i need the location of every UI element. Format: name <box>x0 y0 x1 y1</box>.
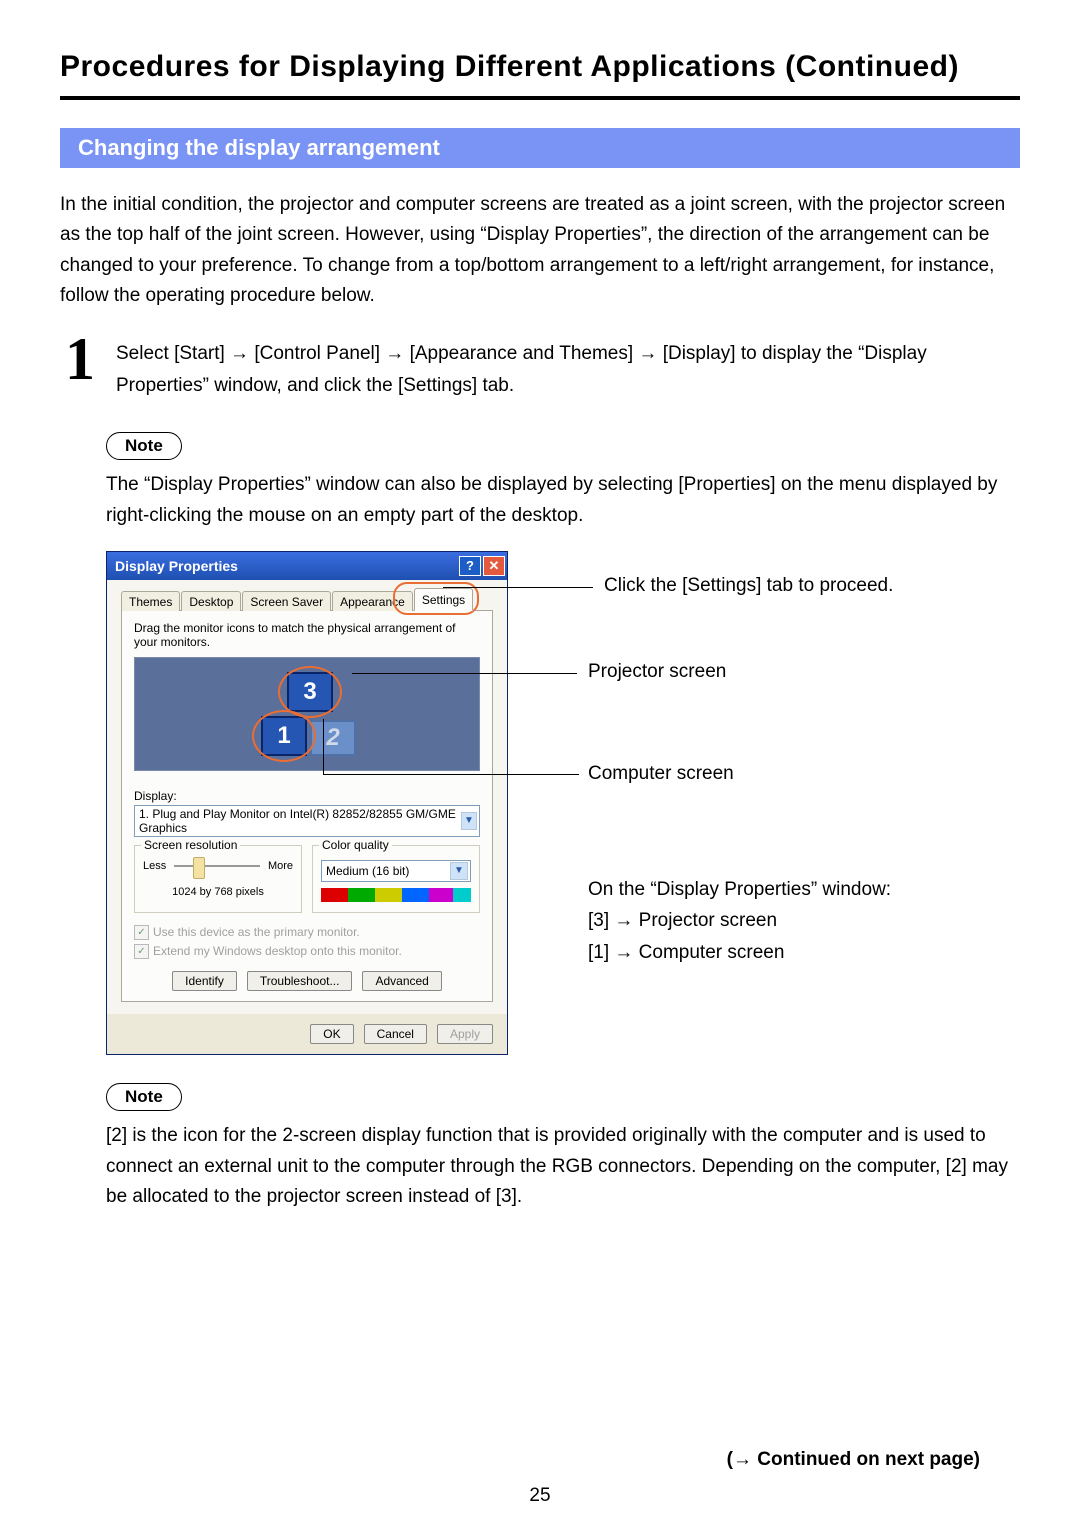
monitor-options-checkboxes: ✓ Use this device as the primary monitor.… <box>134 923 480 961</box>
tab-row: Themes Desktop Screen Saver Appearance S… <box>121 587 493 610</box>
step-1: 1 Select [Start] → [Control Panel] → [Ap… <box>60 338 1020 403</box>
note-1-text: The “Display Properties” window can also… <box>106 470 1020 531</box>
troubleshoot-button[interactable]: Troubleshoot... <box>247 971 353 991</box>
checkbox-icon: ✓ <box>134 925 149 940</box>
tab-settings[interactable]: Settings <box>414 588 473 611</box>
tab-screensaver[interactable]: Screen Saver <box>242 591 331 611</box>
checkbox-icon: ✓ <box>134 944 149 959</box>
advanced-button[interactable]: Advanced <box>362 971 441 991</box>
window-titlebar[interactable]: Display Properties ? ✕ <box>107 552 507 580</box>
settings-panel: Drag the monitor icons to match the phys… <box>121 610 493 1002</box>
title-rule <box>60 96 1020 100</box>
slider-thumb[interactable] <box>193 857 205 879</box>
color-quality-group: Color quality Medium (16 bit) ▼ <box>312 845 480 913</box>
leader-line <box>352 673 577 674</box>
color-quality-value: Medium (16 bit) <box>326 864 409 878</box>
primary-monitor-checkbox[interactable]: ✓ Use this device as the primary monitor. <box>134 923 480 942</box>
display-dropdown-value: 1. Plug and Play Monitor on Intel(R) 828… <box>139 807 461 835</box>
callout-window-map-title: On the “Display Properties” window: <box>588 874 891 905</box>
help-button[interactable]: ? <box>459 556 481 576</box>
apply-button[interactable]: Apply <box>437 1024 493 1044</box>
chevron-down-icon: ▼ <box>450 862 468 880</box>
leader-line <box>323 774 579 775</box>
slider-more-label: More <box>268 860 293 872</box>
continued-label: (→ Continued on next page) <box>727 1449 980 1471</box>
step-text: Select [Start] → [Control Panel] → [Appe… <box>116 338 1020 403</box>
extend-desktop-checkbox[interactable]: ✓ Extend my Windows desktop onto this mon… <box>134 942 480 961</box>
screen-resolution-label: Screen resolution <box>141 838 240 852</box>
callout-computer: Computer screen <box>588 763 734 785</box>
callout-map-1: [1] → Computer screen <box>588 937 891 968</box>
display-dropdown[interactable]: 1. Plug and Play Monitor on Intel(R) 828… <box>134 805 480 837</box>
resolution-slider[interactable] <box>174 865 260 867</box>
monitor-2-icon[interactable]: 2 <box>310 720 356 756</box>
slider-less-label: Less <box>143 860 166 872</box>
display-label: Display: <box>134 789 480 803</box>
color-quality-label: Color quality <box>319 838 392 852</box>
callout-map-3: [3] → Projector screen <box>588 905 891 936</box>
callouts: Click the [Settings] tab to proceed. Pro… <box>548 551 1020 1055</box>
page-number: 25 <box>0 1485 1080 1507</box>
cancel-button[interactable]: Cancel <box>364 1024 427 1044</box>
intro-paragraph: In the initial condition, the projector … <box>60 190 1020 312</box>
note-badge: Note <box>106 432 182 460</box>
drag-instruction: Drag the monitor icons to match the phys… <box>134 621 480 649</box>
screen-resolution-group: Screen resolution Less More 1024 by 768 … <box>134 845 302 913</box>
tab-desktop[interactable]: Desktop <box>181 591 241 611</box>
monitor-1-icon[interactable]: 1 <box>261 716 307 756</box>
identify-button[interactable]: Identify <box>172 971 237 991</box>
callout-projector: Projector screen <box>588 661 726 683</box>
note-badge: Note <box>106 1083 182 1111</box>
callout-settings-tab: Click the [Settings] tab to proceed. <box>604 575 893 597</box>
monitor-3-icon[interactable]: 3 <box>287 672 333 712</box>
step-number: 1 <box>60 332 100 386</box>
resolution-value: 1024 by 768 pixels <box>143 886 293 898</box>
ok-button[interactable]: OK <box>310 1024 353 1044</box>
extend-desktop-label: Extend my Windows desktop onto this moni… <box>153 942 402 961</box>
tab-appearance[interactable]: Appearance <box>332 591 413 611</box>
leader-line <box>323 719 324 774</box>
close-button[interactable]: ✕ <box>483 556 505 576</box>
primary-monitor-label: Use this device as the primary monitor. <box>153 923 360 942</box>
monitor-arrangement-area[interactable]: 3 1 2 <box>134 657 480 771</box>
note-2-text: [2] is the icon for the 2-screen display… <box>106 1121 1020 1212</box>
display-properties-window: Display Properties ? ✕ Themes Desktop Sc… <box>106 551 508 1055</box>
color-quality-dropdown[interactable]: Medium (16 bit) ▼ <box>321 860 471 882</box>
tab-themes[interactable]: Themes <box>121 591 180 611</box>
page-title: Procedures for Displaying Different Appl… <box>60 50 1020 84</box>
figure: Display Properties ? ✕ Themes Desktop Sc… <box>106 551 1020 1055</box>
window-title: Display Properties <box>115 558 238 574</box>
color-gradient-preview <box>321 888 471 902</box>
chevron-down-icon: ▼ <box>461 812 477 830</box>
section-header: Changing the display arrangement <box>60 128 1020 168</box>
